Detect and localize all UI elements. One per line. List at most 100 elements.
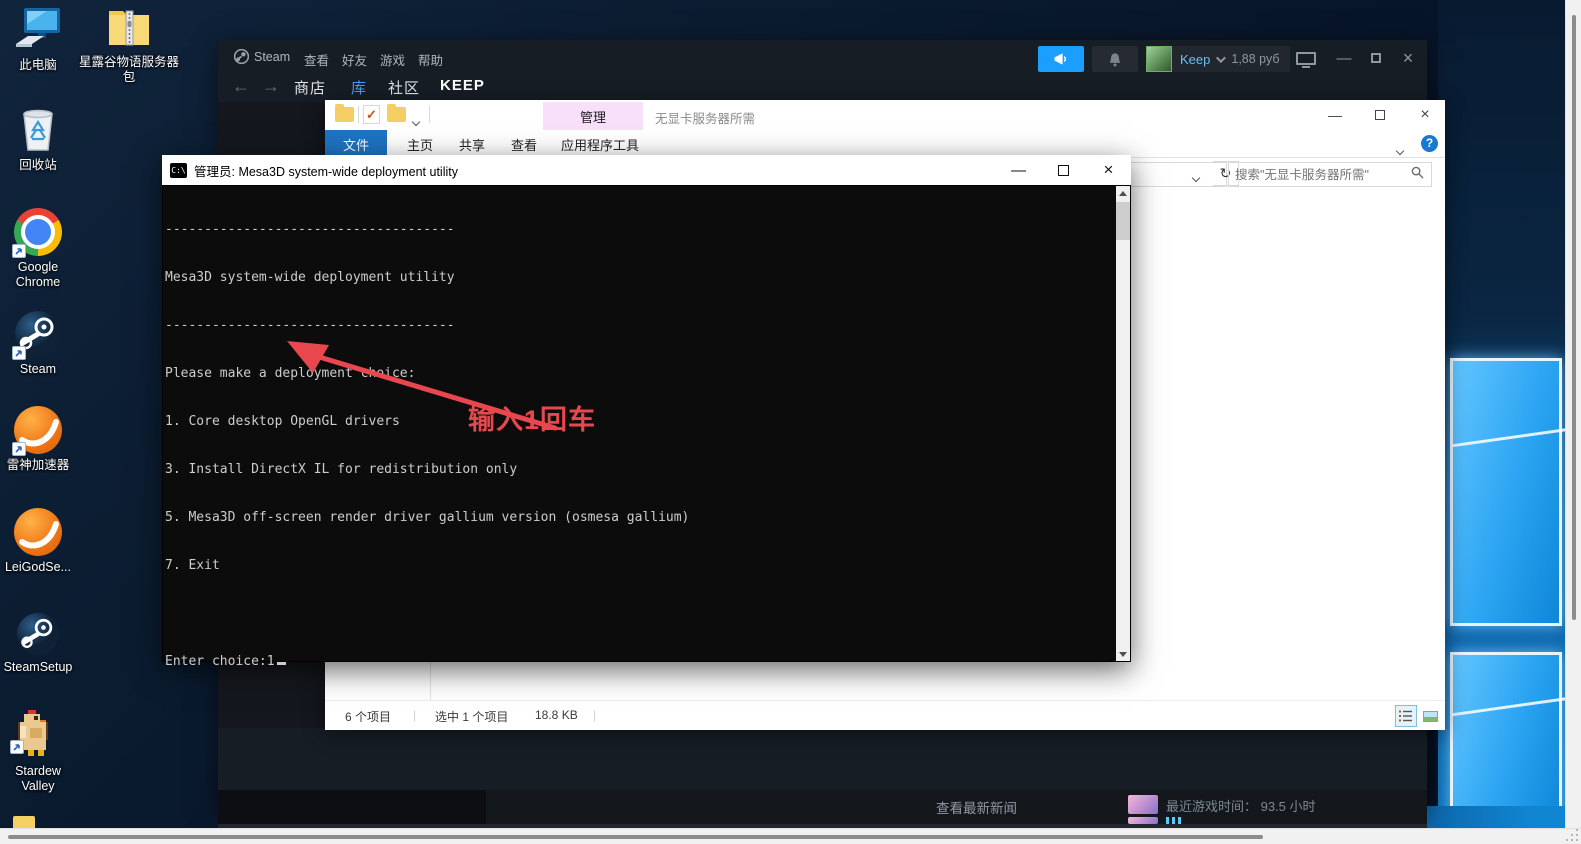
menu-steam[interactable]: Steam: [254, 50, 290, 64]
annotation-text: 输入1回车: [468, 398, 596, 437]
recycle-bin-icon: [14, 106, 62, 154]
viewer-resize-grip[interactable]: [1566, 829, 1580, 843]
avatar: [1146, 46, 1172, 72]
desktop-icon-this-pc[interactable]: 此电脑: [0, 6, 76, 73]
steam-menubar: Steam 查看 好友 游戏 帮助 Keep: [218, 40, 1427, 74]
desktop-icon-label: SteamSetup: [0, 660, 76, 675]
search-input[interactable]: [1229, 168, 1411, 182]
console-close-button[interactable]: ×: [1086, 155, 1131, 185]
new-folder-icon[interactable]: [387, 107, 406, 122]
announcements-button[interactable]: [1038, 46, 1084, 72]
partial-folder-icon: [13, 816, 35, 828]
steam-setup-icon: [16, 612, 60, 656]
bell-icon: [1108, 52, 1122, 67]
desktop-icon-google-chrome[interactable]: Google Chrome: [0, 208, 76, 290]
zip-folder-icon: [105, 3, 153, 51]
menu-view[interactable]: 查看: [304, 50, 329, 69]
vertical-scrollbar-thumb[interactable]: [1572, 15, 1576, 620]
screen: 此电脑 星露谷物语服务器包 回收站: [0, 0, 1581, 844]
desktop-icon-label: Steam: [0, 362, 76, 377]
steam-logo-icon: [234, 49, 249, 69]
steam-maximize-button[interactable]: [1362, 46, 1390, 70]
desktop-icon-label: 回收站: [0, 158, 76, 173]
scroll-up-icon[interactable]: [1116, 186, 1130, 200]
desktop-icon-label: 此电脑: [0, 58, 76, 73]
tab-share[interactable]: 共享: [447, 130, 497, 158]
thumbnail-view-button[interactable]: [1419, 705, 1441, 727]
steam-close-button[interactable]: ×: [1394, 46, 1422, 70]
leigod-setup-icon: [14, 508, 62, 556]
explorer-maximize-button[interactable]: [1358, 100, 1402, 130]
user-name: Keep: [1180, 52, 1210, 67]
menu-friends[interactable]: 好友: [342, 50, 367, 69]
back-arrow-icon[interactable]: ←: [232, 76, 250, 97]
view-latest-news-button[interactable]: 查看最新新闻: [936, 797, 1017, 817]
tab-profile-keep[interactable]: KEEP: [440, 77, 485, 94]
chrome-icon: [14, 208, 62, 256]
separator: |: [413, 708, 416, 722]
shortcut-arrow-icon: [12, 346, 26, 360]
separator: [358, 106, 359, 123]
horizontal-scrollbar-thumb[interactable]: [8, 835, 1263, 839]
game-capsule-thumbnail[interactable]: [1128, 795, 1158, 814]
ribbon-manage-tab[interactable]: 管理: [543, 102, 643, 130]
desktop-icon-leigod-setup[interactable]: LeiGodSe...: [0, 508, 76, 575]
separator: [429, 106, 430, 123]
desktop-icon-leigod-accelerator[interactable]: 雷神加速器: [0, 406, 76, 473]
steam-icon: [14, 310, 62, 358]
tab-view[interactable]: 查看: [499, 130, 549, 158]
desktop-icon-steam[interactable]: Steam: [0, 310, 76, 377]
help-icon[interactable]: ?: [1421, 135, 1438, 152]
desktop-icon-stardew-server-zip[interactable]: 星露谷物语服务器包: [74, 3, 184, 85]
scrollbar-thumb[interactable]: [1116, 202, 1130, 240]
qat-customize-dropdown[interactable]: [413, 112, 419, 130]
desktop-icon-label: Stardew Valley: [0, 764, 76, 794]
shortcut-arrow-icon: [12, 244, 26, 258]
console-scrollbar[interactable]: [1116, 186, 1130, 661]
search-box: [1228, 162, 1432, 187]
explorer-close-button[interactable]: ×: [1403, 100, 1447, 130]
menu-help[interactable]: 帮助: [418, 50, 443, 69]
shortcut-arrow-icon: [12, 442, 26, 456]
user-account-dropdown[interactable]: Keep 1,88 руб: [1146, 46, 1290, 72]
desktop-icon-stardew-valley[interactable]: Stardew Valley: [0, 708, 76, 794]
properties-check-icon[interactable]: ✓: [363, 105, 380, 124]
search-icon[interactable]: [1411, 166, 1424, 184]
tab-app-tools[interactable]: 应用程序工具: [553, 130, 647, 158]
tab-home[interactable]: 主页: [395, 130, 445, 158]
console-minimize-button[interactable]: —: [996, 155, 1041, 185]
tab-store[interactable]: 商店: [294, 77, 326, 98]
recent-playtime-label: 最近游戏时间： 93.5 小时: [1166, 796, 1316, 815]
desktop-icon-label: Google Chrome: [0, 260, 76, 290]
desktop-icon-recycle-bin[interactable]: 回收站: [0, 106, 76, 173]
notifications-button[interactable]: [1092, 46, 1138, 72]
folder-icon[interactable]: [335, 107, 354, 122]
desktop-icon-label: 星露谷物语服务器包: [74, 55, 184, 85]
console-body[interactable]: ------------------------------------- Me…: [162, 185, 1131, 662]
desktop-icon-steam-setup[interactable]: SteamSetup: [0, 612, 76, 675]
viewer-horizontal-scrollbar[interactable]: [0, 828, 1581, 844]
ribbon-collapse-chevron-icon[interactable]: [1397, 141, 1403, 159]
steam-minimize-button[interactable]: —: [1330, 46, 1358, 70]
leigod-icon: [14, 406, 62, 454]
selected-count: 选中 1 个项目: [435, 708, 508, 725]
viewer-vertical-scrollbar[interactable]: [1565, 0, 1581, 828]
this-pc-icon: [14, 6, 62, 54]
explorer-minimize-button[interactable]: —: [1313, 100, 1357, 130]
console-titlebar[interactable]: C:\ 管理员: Mesa3D system-wide deployment u…: [162, 155, 1131, 185]
tab-community[interactable]: 社区: [388, 77, 420, 98]
details-view-button[interactable]: [1395, 705, 1417, 727]
game-capsule-thumbnail[interactable]: [1128, 817, 1158, 824]
console-title: 管理员: Mesa3D system-wide deployment utili…: [194, 161, 458, 180]
stardew-chicken-icon: [12, 708, 64, 760]
forward-arrow-icon[interactable]: →: [262, 76, 280, 97]
console-text: ------------------------------------- Me…: [165, 190, 689, 702]
library-news-row: 查看最新新闻 最近游戏时间： 93.5 小时: [218, 790, 1427, 824]
menu-games[interactable]: 游戏: [380, 50, 405, 69]
big-picture-icon[interactable]: [1296, 52, 1316, 65]
address-dropdown-chevron-icon[interactable]: [1193, 168, 1199, 186]
scroll-down-icon[interactable]: [1116, 647, 1130, 661]
tab-file[interactable]: 文件: [325, 130, 387, 158]
console-maximize-button[interactable]: [1041, 155, 1086, 185]
selected-size: 18.8 KB: [535, 708, 578, 722]
